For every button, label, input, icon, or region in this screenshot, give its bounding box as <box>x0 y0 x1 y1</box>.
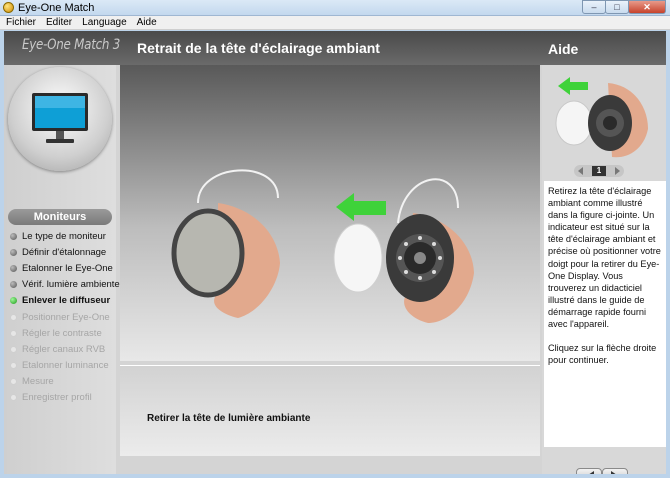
step-label: Etalonner le Eye-One <box>22 262 113 274</box>
next-button[interactable] <box>602 468 628 474</box>
step-item[interactable]: Vérif. lumière ambiente <box>10 277 120 293</box>
step-caption: Retirer la tête de lumière ambiante <box>147 413 311 424</box>
step-list: Le type de moniteur Définir d'étalonnage… <box>10 228 120 406</box>
step-item: Régler canaux RVB <box>10 341 116 357</box>
section-title: Moniteurs <box>33 211 87 223</box>
page-title: Retrait de la tête d'éclairage ambiant <box>137 40 380 56</box>
arrow-right-icon <box>610 471 620 474</box>
help-title: Aide <box>548 41 579 57</box>
step-item-active[interactable]: Enlever le diffuseur <box>10 293 116 309</box>
step-label: Mesure <box>22 376 54 388</box>
section-header: Moniteurs <box>8 209 112 225</box>
step-status-icon <box>10 297 17 305</box>
help-panel: 1 Retirez la tête d'éclairage ambiant co… <box>542 65 666 474</box>
step-item[interactable]: Etalonner le Eye-One <box>10 260 116 276</box>
menu-aide[interactable]: Aide <box>137 16 157 29</box>
window-title: Eye-One Match <box>18 2 95 14</box>
step-item: Positionner Eye-One <box>10 309 116 325</box>
step-label: Enlever le diffuseur <box>22 295 111 307</box>
step-status-icon <box>10 378 17 386</box>
caption-panel: Retirer la tête de lumière ambiante <box>120 365 540 456</box>
step-status-icon <box>10 313 17 321</box>
navigation-buttons <box>576 468 628 474</box>
step-status-icon <box>10 362 17 370</box>
step-status-icon <box>10 248 17 256</box>
step-label: Définir d'étalonnage <box>22 246 107 258</box>
step-item: Mesure <box>10 374 116 390</box>
window-controls: – □ ✕ <box>582 0 666 14</box>
help-paragraph: Retirez la tête d'éclairage ambiant comm… <box>548 186 661 330</box>
arrow-left-icon <box>584 471 594 474</box>
step-status-icon <box>10 329 17 337</box>
step-status-icon <box>10 264 17 272</box>
monitor-icon <box>32 93 88 143</box>
step-status-icon <box>10 345 17 353</box>
maximize-button[interactable]: □ <box>605 0 629 14</box>
help-thumbnail-illustration <box>555 77 648 158</box>
help-pager: 1 <box>574 165 624 177</box>
step-label: Etalonner luminance <box>22 360 109 372</box>
step-label: Régler canaux RVB <box>22 343 106 355</box>
monitor-disc <box>8 67 112 171</box>
menu-fichier[interactable]: Fichier <box>6 16 36 29</box>
step-status-icon <box>10 232 17 240</box>
step-item: Régler le contraste <box>10 325 116 341</box>
step-item[interactable]: Le type de moniteur <box>10 228 116 244</box>
help-paragraph: Cliquez sur la flèche droite pour contin… <box>548 343 657 366</box>
content-panel <box>120 65 540 361</box>
step-label: Positionner Eye-One <box>22 311 110 323</box>
sidebar: Moniteurs Le type de moniteur Définir d'… <box>4 65 120 474</box>
app-header: Eye-One Match 3 Retrait de la tête d'écl… <box>4 31 666 65</box>
help-text-box: Retirez la tête d'éclairage ambiant comm… <box>544 181 666 447</box>
step-item: Enregistrer profil <box>10 390 116 406</box>
pager-prev-icon[interactable] <box>578 167 583 175</box>
menu-bar: Fichier Editer Language Aide <box>0 16 670 30</box>
step-label: Régler le contraste <box>22 327 102 339</box>
menu-language[interactable]: Language <box>82 16 127 29</box>
step-label: Vérif. lumière ambiente <box>22 279 120 291</box>
step-label: Enregistrer profil <box>22 392 92 404</box>
step-label: Le type de moniteur <box>22 230 106 242</box>
pager-next-icon[interactable] <box>615 167 620 175</box>
minimize-button[interactable]: – <box>582 0 606 14</box>
back-button[interactable] <box>576 468 602 474</box>
step-status-icon <box>10 394 17 402</box>
app-area: Eye-One Match 3 Retrait de la tête d'écl… <box>4 31 666 474</box>
step-status-icon <box>10 281 17 289</box>
menu-editer[interactable]: Editer <box>46 16 72 29</box>
step-item: Etalonner luminance <box>10 358 116 374</box>
step-item[interactable]: Définir d'étalonnage <box>10 244 116 260</box>
app-icon <box>3 2 14 13</box>
window-titlebar: Eye-One Match – □ ✕ <box>0 0 670 16</box>
device-removal-illustration <box>171 169 474 323</box>
close-button[interactable]: ✕ <box>628 0 666 14</box>
help-page-number: 1 <box>592 166 606 176</box>
app-logo: Eye-One Match 3 <box>22 37 121 53</box>
